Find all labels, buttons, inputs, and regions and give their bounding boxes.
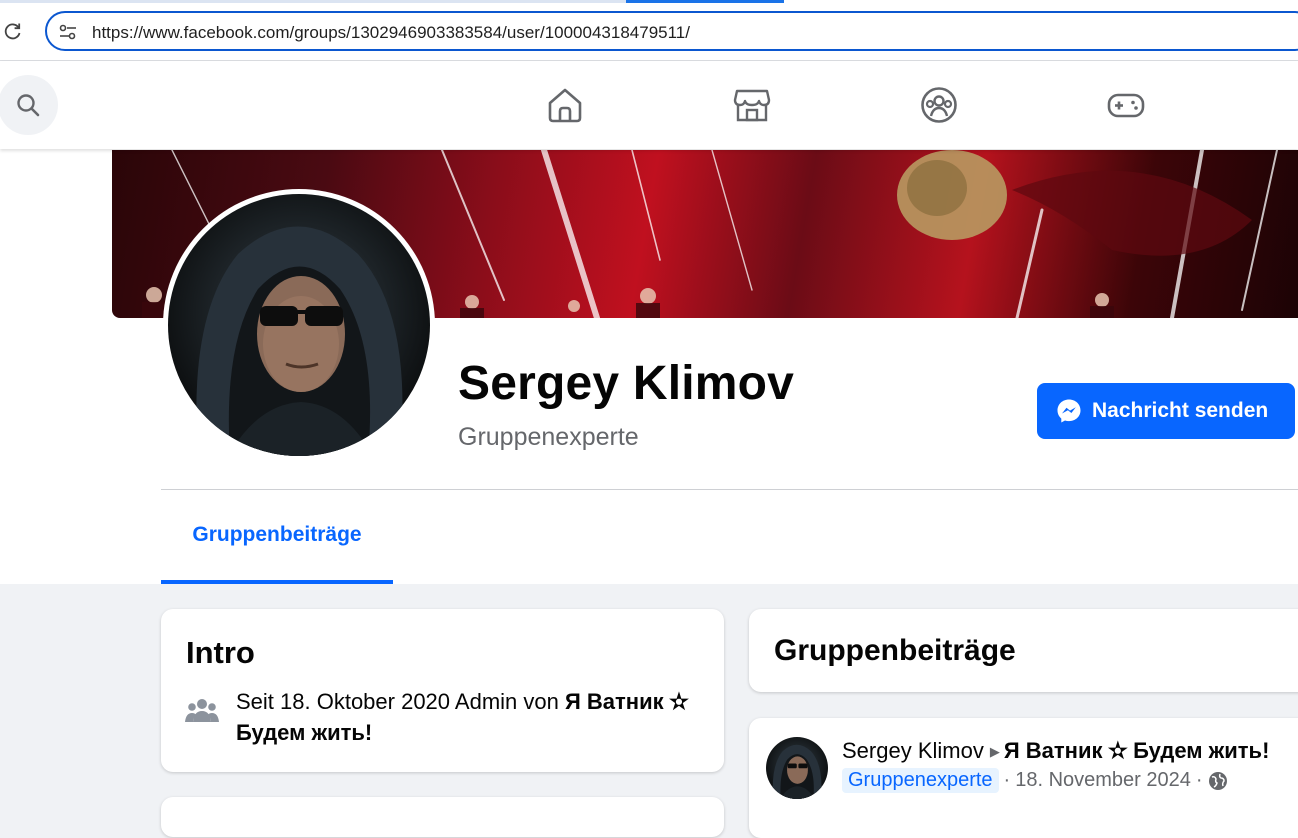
marketplace-icon (733, 89, 771, 122)
secondary-card (161, 797, 724, 837)
reload-icon[interactable] (3, 21, 23, 41)
profile-name: Sergey Klimov (458, 357, 795, 410)
gaming-icon (1107, 93, 1145, 118)
post-author-avatar[interactable] (766, 737, 828, 799)
tab-group-posts[interactable]: Gruppenbeiträge (161, 504, 393, 584)
post-meta: Gruppenexperte · 18. November 2024 · (842, 768, 1228, 793)
caret-right-icon: ▶ (989, 744, 1000, 759)
post-author-name[interactable]: Sergey Klimov (842, 738, 984, 763)
intro-card: Intro Seit 18. Oktober 2020 Admin von Я … (161, 609, 724, 772)
url-text[interactable]: https://www.facebook.com/groups/13029469… (92, 23, 690, 43)
search-icon (17, 94, 40, 117)
groups-icon (921, 87, 957, 123)
post-group-name[interactable]: Я Ватник ✫ Будем жить! (1004, 738, 1270, 763)
nav-home[interactable] (545, 85, 585, 125)
meta-separator: · (1003, 769, 1011, 791)
group-posts-title: Gruppenbeiträge (774, 634, 1016, 667)
nav-groups[interactable] (919, 85, 959, 125)
post-avatar-portrait (772, 744, 822, 799)
avatar-portrait (196, 226, 403, 456)
browser-toolbar: https://www.facebook.com/groups/13029469… (0, 6, 1298, 61)
profile-avatar-frame[interactable] (163, 189, 435, 461)
intro-admin-prefix: Seit 18. Oktober 2020 Admin von (236, 689, 565, 714)
tab-group-posts-label: Gruppenbeiträge (192, 523, 362, 546)
intro-admin-text: Seit 18. Oktober 2020 Admin von Я Ватник… (236, 686, 706, 748)
nav-gaming[interactable] (1106, 85, 1146, 125)
group-members-icon (185, 699, 219, 722)
profile-role: Gruppenexperte (458, 423, 639, 451)
nav-marketplace[interactable] (732, 85, 772, 125)
globe-icon (1208, 771, 1227, 790)
send-message-label: Nachricht senden (1092, 399, 1269, 422)
expert-badge[interactable]: Gruppenexperte (842, 768, 999, 793)
site-settings-icon[interactable] (59, 24, 77, 40)
home-icon (548, 88, 582, 123)
post-date[interactable]: 18. November 2024 (1015, 769, 1191, 792)
active-tab-indicator (626, 0, 784, 3)
messenger-icon (1057, 399, 1081, 423)
facebook-header (0, 61, 1298, 149)
send-message-button[interactable]: Nachricht senden (1037, 383, 1295, 439)
profile-divider (161, 489, 1298, 490)
intro-title: Intro (186, 635, 255, 670)
post-card: Sergey Klimov ▶ Я Ватник ✫ Будем жить! Gru… (749, 718, 1298, 838)
search-button[interactable] (0, 75, 58, 135)
meta-separator-2: · (1195, 769, 1203, 791)
post-header: Sergey Klimov ▶ Я Ватник ✫ Будем жить! (842, 738, 1269, 764)
address-bar[interactable]: https://www.facebook.com/groups/13029469… (45, 11, 1298, 51)
group-posts-header-card: Gruppenbeiträge (749, 609, 1298, 692)
profile-avatar (168, 194, 430, 456)
